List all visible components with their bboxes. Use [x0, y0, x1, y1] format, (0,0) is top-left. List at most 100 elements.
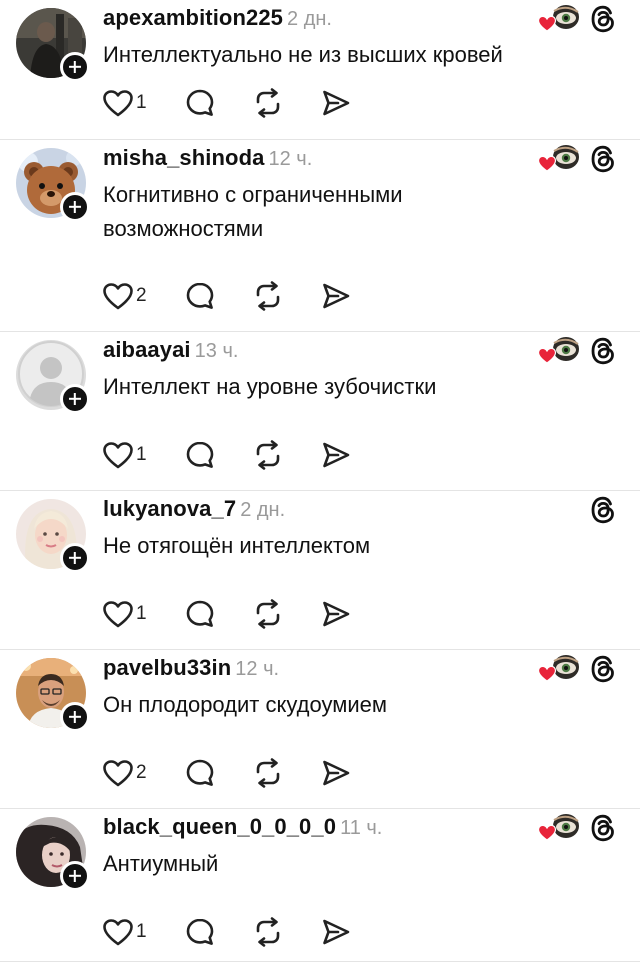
username[interactable]: pavelbu33in	[103, 655, 231, 680]
repost-button[interactable]	[253, 599, 283, 629]
timestamp: 2 дн.	[287, 8, 332, 30]
username[interactable]: aibaayai	[103, 337, 191, 362]
creator-liked-heart-eye-icon	[537, 814, 579, 841]
threads-button[interactable]	[588, 4, 618, 34]
repost-button[interactable]	[253, 88, 283, 118]
repost-button[interactable]	[253, 281, 283, 311]
share-button[interactable]	[321, 758, 351, 788]
like-count: 2	[136, 762, 147, 783]
username[interactable]: misha_shinoda	[103, 145, 264, 170]
share-button[interactable]	[321, 281, 351, 311]
threads-logo-icon	[591, 5, 614, 33]
like-button[interactable]: 2	[103, 758, 153, 788]
comment-button[interactable]	[185, 281, 215, 311]
reply-post[interactable]: black_queen_0_0_0_0 11 ч. Антиумный 1	[0, 809, 640, 962]
username[interactable]: lukyanova_7	[103, 496, 236, 521]
username[interactable]: apexambition225	[103, 5, 283, 30]
action-bar: 2	[103, 281, 363, 311]
repost-arrows-icon	[256, 440, 280, 470]
follow-plus-icon[interactable]	[60, 861, 90, 891]
send-paper-plane-icon	[323, 919, 350, 945]
repost-arrows-icon	[256, 599, 280, 629]
heart-outline-icon	[103, 919, 133, 946]
like-button[interactable]: 2	[103, 281, 153, 311]
threads-button[interactable]	[588, 336, 618, 366]
send-paper-plane-icon	[323, 283, 350, 309]
follow-plus-icon[interactable]	[60, 192, 90, 222]
reply-post[interactable]: lukyanova_7 2 дн. Не отягощён интеллектом…	[0, 491, 640, 650]
share-button[interactable]	[321, 599, 351, 629]
threads-logo-icon	[591, 145, 614, 173]
share-button[interactable]	[321, 917, 351, 947]
creator-liked-heart-eye-icon	[537, 5, 579, 32]
comment-button[interactable]	[185, 758, 215, 788]
follow-plus-icon[interactable]	[60, 52, 90, 82]
creator-liked-badge	[537, 4, 580, 34]
timestamp: 13 ч.	[194, 340, 239, 362]
threads-button[interactable]	[588, 144, 618, 174]
post-text: Интеллект на уровне зубочистки	[103, 374, 437, 399]
creator-liked-badge	[537, 654, 580, 684]
action-bar: 2	[103, 758, 363, 788]
speech-bubble-icon	[186, 759, 214, 786]
follow-plus-icon[interactable]	[60, 384, 90, 414]
post-text: Не отягощён интеллектом	[103, 533, 371, 558]
timestamp: 12 ч.	[235, 658, 280, 680]
threads-button[interactable]	[588, 813, 618, 843]
comment-button[interactable]	[185, 88, 215, 118]
post-text: Антиумный	[103, 851, 219, 876]
heart-outline-icon	[103, 90, 133, 117]
speech-bubble-icon	[186, 918, 214, 945]
repost-arrows-icon	[256, 758, 280, 788]
action-bar: 1	[103, 917, 363, 947]
repost-button[interactable]	[253, 917, 283, 947]
comment-button[interactable]	[185, 599, 215, 629]
creator-liked-heart-eye-icon	[537, 145, 579, 172]
post-header: misha_shinoda 12 ч.	[103, 144, 312, 172]
post-header: aibaayai 13 ч.	[103, 336, 238, 364]
repost-arrows-icon	[256, 281, 280, 311]
share-button[interactable]	[321, 440, 351, 470]
username[interactable]: black_queen_0_0_0_0	[103, 814, 336, 839]
heart-outline-icon	[103, 760, 133, 787]
like-button[interactable]: 1	[103, 88, 153, 118]
share-button[interactable]	[321, 88, 351, 118]
timestamp: 2 дн.	[240, 499, 286, 521]
creator-liked-badge	[537, 336, 580, 366]
threads-button[interactable]	[588, 654, 618, 684]
threads-button[interactable]	[588, 495, 618, 525]
reply-post[interactable]: misha_shinoda 12 ч. Когнитивно с ограниче…	[0, 140, 640, 332]
threads-logo-icon	[591, 655, 614, 683]
speech-bubble-icon	[186, 282, 214, 309]
post-text: Когнитивно с ограниченными возможностями	[103, 182, 403, 241]
follow-plus-icon[interactable]	[60, 543, 90, 573]
comment-button[interactable]	[185, 440, 215, 470]
action-bar: 1	[103, 88, 363, 118]
reply-post[interactable]: apexambition225 2 дн. Интеллектуально не …	[0, 0, 640, 140]
like-count: 1	[136, 92, 147, 113]
threads-logo-icon	[591, 337, 614, 365]
post-text: Интеллектуально не из высших кровей	[103, 42, 503, 67]
reply-post[interactable]: aibaayai 13 ч. Интеллект на уровне зубочи…	[0, 332, 640, 491]
creator-liked-badge	[537, 144, 580, 174]
speech-bubble-icon	[186, 89, 214, 116]
post-header: apexambition225 2 дн.	[103, 4, 332, 32]
like-button[interactable]: 1	[103, 440, 153, 470]
timestamp: 12 ч.	[268, 148, 313, 170]
comment-button[interactable]	[185, 917, 215, 947]
threads-logo-icon	[591, 496, 614, 524]
like-button[interactable]: 1	[103, 917, 153, 947]
reply-post[interactable]: pavelbu33in 12 ч. Он плодородит скудоумие…	[0, 650, 640, 809]
repost-button[interactable]	[253, 440, 283, 470]
post-header: black_queen_0_0_0_0 11 ч.	[103, 813, 382, 841]
creator-liked-badge	[537, 813, 580, 843]
send-paper-plane-icon	[323, 601, 350, 627]
like-count: 2	[136, 285, 147, 306]
follow-plus-icon[interactable]	[60, 702, 90, 732]
post-header: lukyanova_7 2 дн.	[103, 495, 285, 523]
like-button[interactable]: 1	[103, 599, 153, 629]
repost-button[interactable]	[253, 758, 283, 788]
like-count: 1	[136, 921, 147, 942]
threads-logo-icon	[591, 814, 614, 842]
like-count: 1	[136, 444, 147, 465]
